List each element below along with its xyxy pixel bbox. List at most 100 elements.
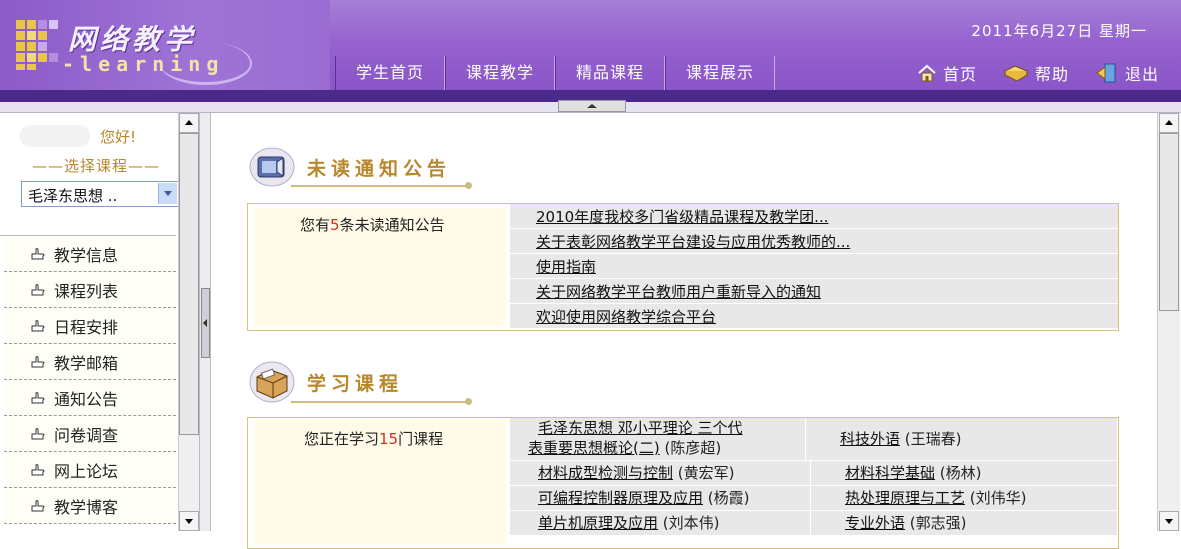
- course-teacher: (刘伟华): [969, 489, 1027, 507]
- course-link[interactable]: 毛泽东思想 邓小平理论 三个代: [538, 419, 743, 437]
- table-row: 毛泽东思想 邓小平理论 三个代 表重要思想概论(二) (陈彦超) 科技外语 (王…: [510, 418, 1118, 461]
- notice-link[interactable]: 2010年度我校多门省级精品课程及教学团...: [536, 206, 828, 227]
- choose-course-label: ——选择课程——: [32, 157, 161, 175]
- course-select-value: 毛泽东思想 ..: [28, 187, 118, 205]
- list-item: 关于表彰网络教学平台建设与应用优秀教师的...: [510, 229, 1118, 254]
- sidebar-menu: 教学信息 课程列表 日程安排 教学邮箱 通知公告 问卷调查 网上论坛 教学博客: [4, 236, 176, 524]
- courses-table: 毛泽东思想 邓小平理论 三个代 表重要思想概论(二) (陈彦超) 科技外语 (王…: [510, 418, 1118, 548]
- course-cell: 材料科学基础 (杨林): [811, 461, 1118, 485]
- notices-title-underline: [291, 185, 467, 187]
- sidebar-scrollbar[interactable]: [178, 113, 199, 531]
- scroll-down-button[interactable]: [179, 511, 199, 531]
- sidebar-item-label: 通知公告: [54, 389, 119, 409]
- notice-link[interactable]: 关于网络教学平台教师用户重新导入的通知: [536, 281, 821, 302]
- sidebar-item-label: 教学邮箱: [54, 353, 119, 373]
- course-teacher: (杨林): [939, 464, 982, 482]
- home-link[interactable]: 首页: [917, 61, 977, 85]
- course-link[interactable]: 材料科学基础: [845, 463, 935, 483]
- scroll-up-button[interactable]: [179, 113, 199, 133]
- hand-pointer-icon: [31, 391, 45, 403]
- course-teacher: (黄宏军): [677, 464, 735, 482]
- courses-section-title: 学习课程: [249, 361, 403, 403]
- sidebar-item-teaching-info[interactable]: 教学信息: [4, 236, 176, 272]
- nav-tab-student-home[interactable]: 学生首页: [335, 56, 446, 90]
- sidebar-item-label: 课程列表: [54, 281, 119, 301]
- course-cell: 可编程控制器原理及应用 (杨霞): [510, 486, 811, 510]
- sidebar-item-schedule[interactable]: 日程安排: [4, 308, 176, 344]
- user-greeting: 您好!: [20, 125, 136, 147]
- course-link[interactable]: 材料成型检测与控制: [538, 463, 673, 483]
- utility-links: 首页 帮助 退出: [917, 56, 1159, 90]
- notice-speaker-icon: [249, 147, 295, 187]
- file-box-icon: [249, 361, 295, 403]
- course-link[interactable]: 科技外语: [840, 429, 900, 449]
- course-link[interactable]: 热处理原理与工艺: [845, 488, 965, 508]
- collapse-header-button[interactable]: [558, 100, 626, 112]
- course-cell: 专业外语 (郭志强): [811, 511, 1118, 535]
- chevron-down-icon[interactable]: [158, 183, 177, 204]
- course-cell: 科技外语 (王瑞春): [806, 418, 1118, 460]
- table-row: 单片机原理及应用 (刘本伟) 专业外语 (郭志强): [510, 511, 1118, 536]
- course-teacher: (郭志强): [909, 514, 967, 532]
- collapse-sidebar-button[interactable]: [201, 288, 210, 358]
- sidebar-item-mailbox[interactable]: 教学邮箱: [4, 344, 176, 380]
- nav-tab-course-teaching[interactable]: 课程教学: [445, 56, 556, 90]
- list-item: 2010年度我校多门省级精品课程及教学团...: [510, 204, 1118, 229]
- main-nav: 学生首页 课程教学 精品课程 课程展示: [335, 56, 776, 90]
- course-link[interactable]: 可编程控制器原理及应用: [538, 488, 703, 508]
- current-date: 2011年6月27日 星期一: [971, 22, 1147, 40]
- courses-summary-prefix: 您正在学习: [304, 430, 380, 448]
- logo[interactable]: 网络教学 -learning: [0, 0, 330, 90]
- scroll-down-button[interactable]: [1159, 511, 1179, 531]
- sidebar-splitter[interactable]: [199, 113, 211, 531]
- hand-pointer-icon: [31, 283, 45, 295]
- notices-title: 未读通知公告: [307, 157, 452, 180]
- help-link-label: 帮助: [1034, 65, 1069, 84]
- sidebar-item-course-list[interactable]: 课程列表: [4, 272, 176, 308]
- nav-tab-quality-courses[interactable]: 精品课程: [555, 56, 666, 90]
- course-link-cont[interactable]: 表重要思想概论(二): [528, 439, 660, 457]
- sidebar-item-label: 教学信息: [54, 245, 119, 265]
- hand-pointer-icon: [31, 355, 45, 367]
- sidebar-item-survey[interactable]: 问卷调查: [4, 416, 176, 452]
- course-teacher: (刘本伟): [662, 514, 720, 532]
- courses-panel: 您正在学习15门课程 毛泽东思想 邓小平理论 三个代 表重要思想概论(二) (陈…: [247, 417, 1119, 549]
- help-book-icon: [1003, 65, 1029, 82]
- notices-summary-suffix: 条未读通知公告: [339, 216, 445, 234]
- courses-count: 15: [379, 430, 399, 448]
- course-link[interactable]: 单片机原理及应用: [538, 513, 658, 533]
- main-content: 未读通知公告 您有5条未读通知公告 2010年度我校多门省级精品课程及教学团..…: [211, 113, 1156, 549]
- sidebar-scroll-thumb[interactable]: [179, 133, 199, 435]
- course-cell: 毛泽东思想 邓小平理论 三个代 表重要思想概论(二) (陈彦超): [510, 418, 806, 460]
- sidebar-item-label: 问卷调查: [54, 425, 119, 445]
- logo-subtitle: -learning: [62, 52, 225, 76]
- main-scroll-thumb[interactable]: [1159, 133, 1179, 311]
- notice-link[interactable]: 关于表彰网络教学平台建设与应用优秀教师的...: [536, 231, 850, 252]
- course-select[interactable]: 毛泽东思想 ..: [21, 181, 179, 207]
- sidebar-item-forum[interactable]: 网上论坛: [4, 452, 176, 488]
- hand-pointer-icon: [31, 319, 45, 331]
- app-header: 网络教学 -learning 2011年6月27日 星期一 学生首页 课程教学 …: [0, 0, 1181, 90]
- main-scrollbar[interactable]: [1157, 113, 1180, 531]
- nav-tab-course-showcase[interactable]: 课程展示: [665, 56, 776, 90]
- course-link[interactable]: 专业外语: [845, 513, 905, 533]
- hand-pointer-icon: [31, 463, 45, 475]
- list-item: 欢迎使用网络教学综合平台: [510, 304, 1118, 329]
- notices-section-title: 未读通知公告: [249, 147, 451, 187]
- list-item: 使用指南: [510, 254, 1118, 279]
- sidebar-item-label: 日程安排: [54, 317, 119, 337]
- courses-title-dot: [465, 398, 472, 405]
- courses-summary-cell: 您正在学习15门课程: [254, 422, 506, 544]
- sidebar-item-notices[interactable]: 通知公告: [4, 380, 176, 416]
- scroll-up-button[interactable]: [1159, 113, 1179, 133]
- notices-list: 2010年度我校多门省级精品课程及教学团... 关于表彰网络教学平台建设与应用优…: [510, 204, 1118, 330]
- user-name-redacted: [20, 125, 90, 147]
- notice-link[interactable]: 使用指南: [536, 256, 596, 277]
- exit-link[interactable]: 退出: [1095, 61, 1159, 85]
- table-row: 可编程控制器原理及应用 (杨霞) 热处理原理与工艺 (刘伟华): [510, 486, 1118, 511]
- courses-summary-suffix: 门课程: [398, 430, 444, 448]
- help-link[interactable]: 帮助: [1003, 61, 1069, 85]
- exit-link-label: 退出: [1124, 65, 1159, 84]
- sidebar-item-blog[interactable]: 教学博客: [4, 488, 176, 524]
- notice-link[interactable]: 欢迎使用网络教学综合平台: [536, 306, 716, 327]
